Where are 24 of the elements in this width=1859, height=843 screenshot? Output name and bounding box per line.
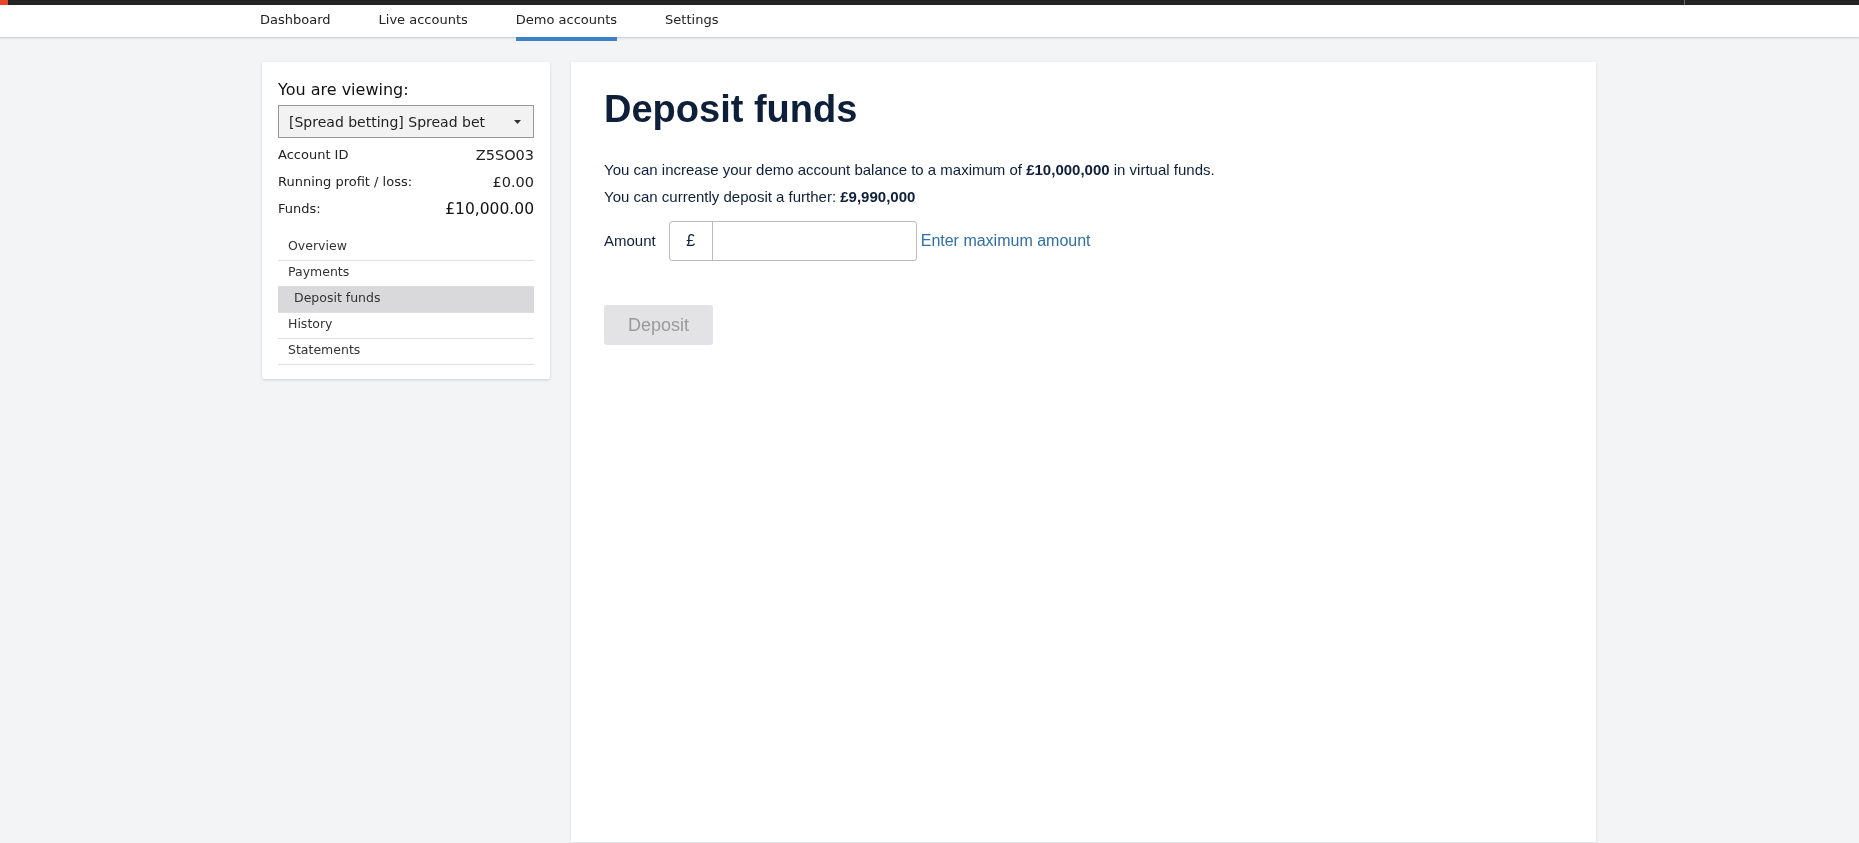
nav-tab[interactable]: Dashboard: [260, 5, 331, 41]
info-text: You can increase your demo account balance to a maximum of £10,000,000 in virtual funds.: [604, 161, 1216, 178]
detail-label: Running profit / loss:: [278, 174, 413, 189]
detail-label: Account ID: [278, 147, 349, 162]
sidebar-heading: You are viewing:: [278, 80, 410, 99]
info-text: You can currently deposit a further: £9,990,000: [604, 188, 917, 205]
detail-value: £10,000.00: [445, 199, 534, 218]
page-title: Deposit funds: [604, 88, 859, 131]
caret-icon: [514, 119, 521, 124]
detail-value: Z5SO03: [475, 146, 534, 163]
detail-value: £0.00: [492, 173, 534, 190]
enter-maximum-link[interactable]: Enter maximum amount: [920, 232, 1091, 250]
menu-item[interactable]: Overview: [278, 235, 534, 261]
nav-tab[interactable]: Demo accounts: [515, 5, 618, 41]
nav-tab[interactable]: Live accounts: [378, 5, 468, 41]
detail-label: Funds:: [278, 201, 321, 216]
nav-tab[interactable]: Settings: [665, 5, 719, 41]
menu-item[interactable]: Deposit funds: [278, 287, 534, 313]
menu-item[interactable]: Statements: [278, 339, 534, 365]
amount-field[interactable]: £: [668, 221, 917, 261]
account-select[interactable]: [Spread betting] Spread bet: [278, 105, 534, 138]
brand-mark: [0, 0, 8, 5]
amount-label: Amount: [604, 231, 656, 249]
menu-item[interactable]: History: [278, 313, 534, 339]
